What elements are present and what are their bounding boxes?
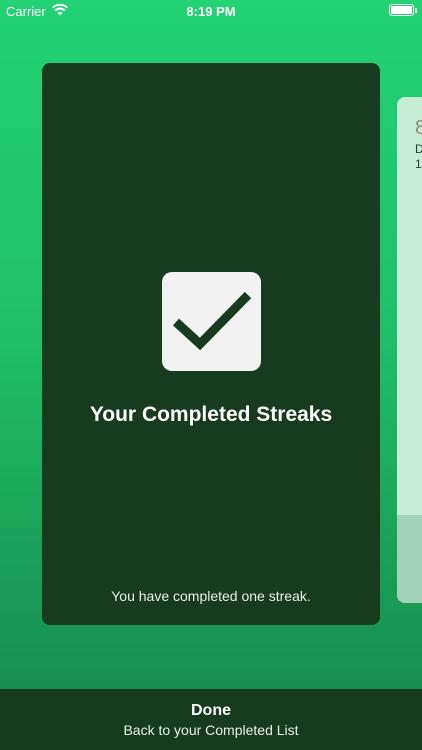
checkmark-icon	[162, 272, 261, 371]
next-card-footer	[397, 515, 422, 603]
next-streak-card[interactable]: 8 D 1(	[397, 97, 422, 603]
completed-streaks-card[interactable]: Your Completed Streaks You have complete…	[42, 63, 380, 625]
next-card-line1: D	[415, 142, 422, 156]
done-subtitle: Back to your Completed List	[123, 722, 299, 738]
card-title: Your Completed Streaks	[89, 403, 333, 426]
status-bar: Carrier 8:19 PM	[0, 0, 422, 22]
card-subtitle: You have completed one streak.	[111, 588, 311, 604]
next-card-number: 8	[415, 117, 422, 139]
done-label: Done	[191, 702, 231, 719]
done-button[interactable]: Done Back to your Completed List	[0, 689, 422, 750]
next-card-line2: 1(	[415, 157, 422, 171]
battery-icon	[389, 4, 417, 16]
status-time: 8:19 PM	[186, 4, 236, 19]
